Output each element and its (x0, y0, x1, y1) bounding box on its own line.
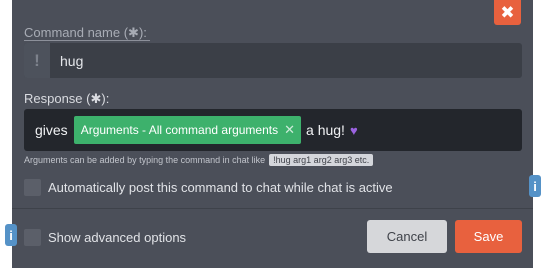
cancel-button[interactable]: Cancel (367, 220, 447, 253)
command-name-input[interactable]: ! hug (24, 43, 522, 78)
required-icon: ✱ (90, 91, 102, 106)
hint-example: !hug arg1 arg2 arg3 etc. (269, 154, 374, 166)
footer-divider (12, 208, 533, 209)
auto-post-label: Automatically post this command to chat … (48, 180, 393, 195)
info-icon[interactable]: i (529, 175, 541, 197)
info-icon[interactable]: i (5, 224, 17, 246)
chip-remove-icon[interactable]: ✕ (284, 122, 295, 138)
arguments-chip[interactable]: Arguments - All command arguments ✕ (73, 116, 302, 144)
command-name-value: hug (60, 52, 84, 69)
response-input[interactable]: gives Arguments - All command arguments … (24, 109, 522, 151)
close-button[interactable]: ✖ (494, 0, 521, 25)
close-icon: ✖ (500, 2, 515, 22)
save-button[interactable]: Save (455, 220, 522, 253)
arguments-hint: Arguments can be added by typing the com… (24, 153, 374, 167)
exclamation-icon: ! (24, 43, 50, 78)
advanced-options-checkbox[interactable] (24, 229, 41, 246)
response-text-after: a hug! (306, 122, 345, 138)
label-underline (24, 40, 150, 41)
chip-label: Arguments - All command arguments (80, 123, 279, 137)
purple-heart-icon: ♥ (349, 122, 358, 138)
response-label: Response (✱): (24, 91, 110, 106)
advanced-options-label: Show advanced options (48, 230, 187, 245)
required-icon: ✱ (128, 25, 139, 40)
auto-post-checkbox[interactable] (24, 179, 41, 196)
response-text-before: gives (35, 122, 68, 138)
command-name-label: Command name (✱): (24, 25, 147, 40)
